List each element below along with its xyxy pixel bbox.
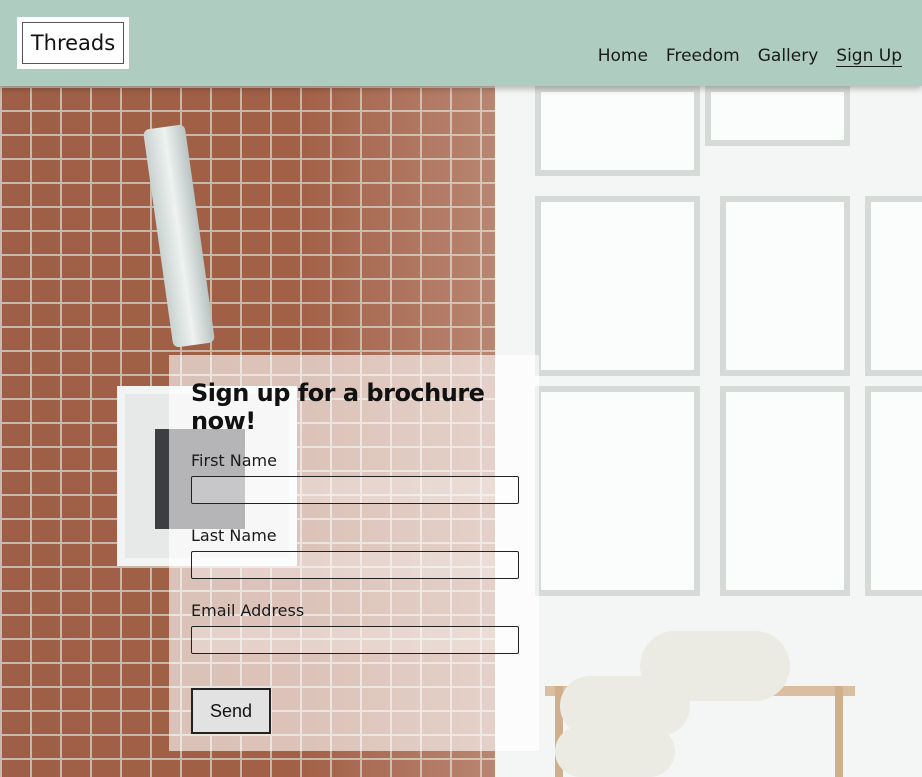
- nav-link-home[interactable]: Home: [598, 46, 648, 67]
- window-pane: [535, 86, 700, 176]
- email-address-label: Email Address: [191, 601, 305, 620]
- nav-link-gallery[interactable]: Gallery: [758, 46, 819, 67]
- email-address-input[interactable]: [191, 626, 519, 654]
- window-pane: [535, 196, 700, 376]
- last-name-label: Last Name: [191, 526, 277, 545]
- brochure-signup-form: Sign up for a brochure now! First Name L…: [169, 355, 539, 751]
- site-header: Threads Home Freedom Gallery Sign Up: [0, 0, 922, 86]
- window-pane: [705, 86, 850, 146]
- nav-link-sign-up[interactable]: Sign Up: [836, 46, 902, 67]
- last-name-input[interactable]: [191, 551, 519, 579]
- nav-link-freedom[interactable]: Freedom: [666, 46, 740, 67]
- main-nav: Home Freedom Gallery Sign Up: [598, 46, 902, 67]
- logo-text: Threads: [22, 22, 124, 64]
- first-name-label: First Name: [191, 451, 277, 470]
- form-title: Sign up for a brochure now!: [191, 379, 485, 435]
- window-pane: [720, 386, 850, 596]
- window-pane: [535, 386, 700, 596]
- logo[interactable]: Threads: [17, 17, 129, 69]
- window-pane: [865, 386, 922, 596]
- window-pane: [720, 196, 850, 376]
- send-button[interactable]: Send: [191, 688, 271, 734]
- fabric-pile: [555, 726, 675, 777]
- first-name-input[interactable]: [191, 476, 519, 504]
- shelf-leg: [835, 686, 843, 777]
- window-pane: [865, 196, 922, 376]
